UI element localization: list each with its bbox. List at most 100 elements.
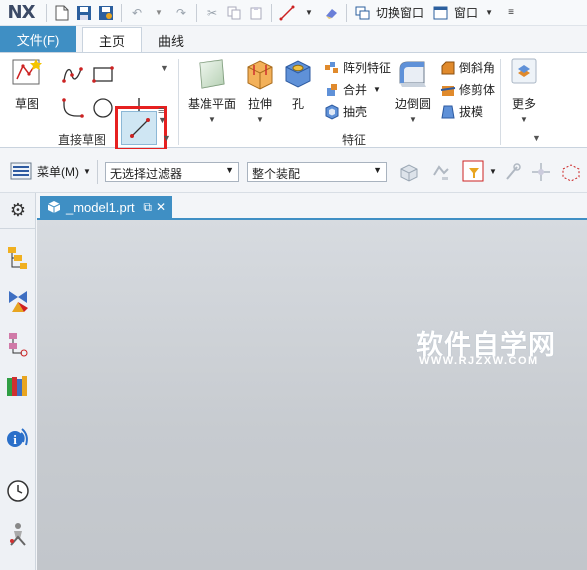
hole-label: 孔 (291, 97, 304, 111)
chevron-down-icon[interactable]: ▼ (479, 2, 499, 24)
chevron-down-icon[interactable]: ▼ (373, 85, 381, 94)
point-on-curve-icon[interactable] (530, 161, 552, 186)
document-name: _model1.prt (66, 199, 135, 215)
selection-bar: 菜单(M) ▼ 无选择过滤器 ▼ 整个装配 ▼ ▼ (0, 149, 587, 193)
unite-icon (327, 83, 337, 96)
shell-button[interactable]: 抽壳 (324, 103, 367, 120)
menu-button[interactable]: 菜单(M) ▼ (10, 162, 91, 180)
draft-button[interactable]: 拔模 (440, 103, 483, 120)
trim-body-button[interactable]: 修剪体 (440, 81, 495, 98)
save-icon[interactable] (74, 2, 94, 24)
feature-group-label: 特征 (342, 133, 367, 147)
chevron-down-icon[interactable]: ▼ (208, 116, 216, 124)
chevron-down-icon: ▼ (225, 165, 234, 175)
line-icon[interactable] (277, 2, 297, 24)
edge-blend-button[interactable]: 边倒圆 ▼ (395, 57, 431, 124)
cut-icon[interactable]: ✂ (202, 2, 222, 24)
scope-value: 整个装配 (252, 167, 301, 181)
hd3d-tools-icon[interactable]: i (5, 425, 31, 451)
redo-icon[interactable]: ↷ (171, 2, 191, 24)
datum-plane-icon (199, 59, 225, 89)
extrude-icon (247, 60, 273, 90)
close-icon[interactable]: ✕ (156, 200, 166, 214)
extrude-button[interactable]: 拉伸 ▼ (244, 57, 276, 124)
rectangle-icon[interactable] (90, 61, 116, 87)
datum-plane-button[interactable]: 基准平面 ▼ (188, 57, 236, 124)
unite-button[interactable]: 合并 ▼ (324, 81, 381, 98)
hole-icon (285, 60, 311, 88)
save-all-icon[interactable] (96, 2, 116, 24)
type-filter-select[interactable]: 无选择过滤器 ▼ (105, 162, 239, 182)
switch-window-label[interactable]: 切换窗口 (376, 4, 424, 21)
tab-home[interactable]: 主页 (82, 27, 143, 52)
separator (97, 160, 98, 184)
chevron-down-icon: ▼ (373, 165, 382, 175)
chevron-down-icon[interactable]: ▼ (409, 116, 417, 124)
chain-select-icon[interactable] (560, 161, 582, 186)
window-menu-label[interactable]: 窗口 (454, 4, 478, 21)
tab-curve[interactable]: 曲线 (142, 28, 200, 52)
quick-access-toolbar: NX ↶ ▼ ↷ ✂ ▼ 切换窗口 窗口 ▼ ≡ (0, 0, 587, 26)
part-navigator-icon[interactable] (5, 245, 31, 271)
ribbon-tabs: 文件(F) 主页 曲线 (0, 26, 587, 52)
tab-menu-icon[interactable]: ⧉ (143, 200, 152, 215)
resource-bar: ⚙ i (0, 193, 36, 570)
customize-icon[interactable]: ≡ (501, 2, 521, 24)
chevron-down-icon[interactable]: ▼ (489, 167, 497, 176)
chamfer-label: 倒斜角 (459, 61, 496, 75)
circle-icon[interactable] (90, 95, 116, 121)
hole-button[interactable]: 孔 (283, 57, 313, 112)
undo-icon[interactable]: ↶ (127, 2, 147, 24)
graphics-window[interactable] (37, 218, 587, 570)
group-expand-icon[interactable]: ▼ (532, 133, 541, 143)
scope-select[interactable]: 整个装配 ▼ (247, 162, 387, 182)
sketch-icon (12, 59, 42, 85)
tab-file[interactable]: 文件(F) (0, 26, 76, 52)
filter-icon[interactable] (462, 160, 486, 187)
unite-label: 合并 (343, 83, 368, 97)
pattern-feature-label: 阵列特征 (343, 61, 392, 75)
chevron-down-icon[interactable]: ▼ (149, 2, 169, 24)
chevron-down-icon[interactable]: ▼ (158, 115, 167, 125)
trim-body-icon (440, 85, 456, 96)
chevron-down-icon[interactable]: ▼ (160, 63, 169, 73)
pattern-feature-button[interactable]: 阵列特征 (324, 59, 391, 76)
direct-sketch-group-label: 直接草图 (58, 133, 107, 147)
paste-icon[interactable] (246, 2, 266, 24)
svg-text:i: i (13, 432, 17, 447)
separator (346, 3, 347, 22)
assembly-navigator-icon[interactable] (5, 288, 31, 314)
general-selection-intent-icon[interactable] (398, 161, 420, 186)
eraser-icon[interactable] (321, 2, 341, 24)
reuse-library-icon[interactable] (5, 373, 31, 399)
pattern-feature-icon (325, 61, 338, 73)
window-icon[interactable] (430, 2, 450, 24)
edge-blend-label: 边倒圆 (395, 97, 432, 111)
gear-icon[interactable]: ⚙ (5, 197, 31, 223)
separator (196, 3, 197, 22)
chevron-down-icon[interactable]: ▼ (299, 2, 319, 24)
fillet-icon[interactable] (60, 95, 86, 121)
copy-icon[interactable] (224, 2, 244, 24)
history-clock-icon[interactable] (5, 478, 31, 504)
chevron-down-icon[interactable]: ▼ (520, 116, 528, 124)
separator (0, 228, 36, 229)
trim-body-label: 修剪体 (459, 83, 496, 97)
sketch-button[interactable]: 草图 (10, 57, 44, 112)
more-button[interactable]: 更多 ▼ (510, 57, 538, 124)
switch-window-icon[interactable] (352, 2, 372, 24)
constraint-navigator-icon[interactable] (5, 331, 31, 357)
draft-icon (441, 105, 455, 118)
studio-spline-icon[interactable] (60, 61, 86, 87)
document-tab[interactable]: _model1.prt ⧉ ✕ (40, 196, 172, 218)
shell-icon (325, 103, 339, 120)
chamfer-button[interactable]: 倒斜角 (440, 59, 495, 76)
feature-selection-icon[interactable] (430, 161, 452, 186)
roles-icon[interactable] (5, 521, 31, 547)
new-file-icon[interactable] (52, 2, 72, 24)
group-expand-icon[interactable]: ▼ (162, 133, 171, 143)
separator (271, 3, 272, 22)
snap-point-icon[interactable] (503, 161, 525, 186)
chevron-down-icon[interactable]: ▼ (256, 116, 264, 124)
watermark-url: WWW.RJZXW.COM (419, 355, 539, 367)
